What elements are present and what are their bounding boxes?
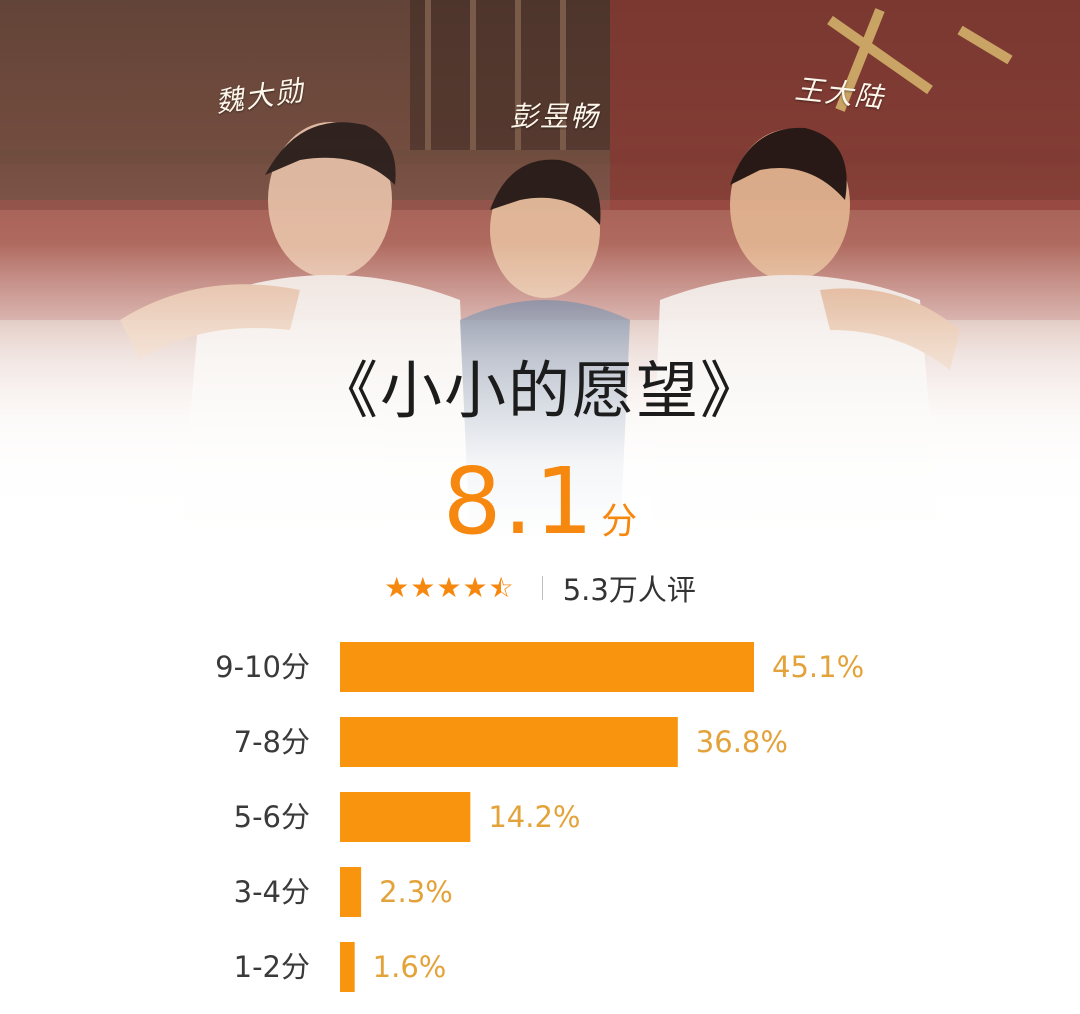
distribution-bar: [340, 867, 362, 917]
distribution-bar: [340, 942, 355, 992]
rating-count: 5.3万人评: [562, 573, 696, 607]
bar-percent-label: 36.8%: [696, 725, 788, 759]
distribution-bar: [340, 792, 471, 842]
bar-category-label: 3-4分: [234, 875, 310, 909]
bar-percent-label: 45.1%: [772, 650, 864, 684]
rating-summary: ★★★★★☆ 5.3万人评: [0, 566, 1080, 610]
star-rating: ★★★★★☆: [384, 574, 514, 602]
star-full-icon: ★: [410, 571, 436, 604]
bar-category-label: 1-2分: [234, 950, 310, 984]
score-value: 8.1: [442, 448, 596, 555]
bar-percent-label: 1.6%: [373, 950, 447, 984]
distribution-bar: [340, 642, 754, 692]
bar-percent-label: 14.2%: [488, 800, 580, 834]
star-half-icon: ★☆: [488, 571, 514, 604]
star-full-icon: ★: [384, 571, 410, 604]
bar-percent-label: 2.3%: [379, 875, 453, 909]
movie-title: 《小小的愿望》: [315, 354, 764, 427]
bar-category-label: 5-6分: [234, 800, 310, 834]
bar-category-label: 7-8分: [234, 725, 310, 759]
movie-score: 8.1 分: [0, 448, 1080, 555]
distribution-bar: [340, 717, 678, 767]
divider: [541, 576, 543, 600]
actor-name-2: 彭昱畅: [510, 100, 601, 133]
bar-category-label: 9-10分: [215, 650, 310, 684]
star-full-icon: ★: [436, 571, 462, 604]
score-distribution-chart: 9-10分 45.1% 7-8分 36.8% 5-6分 14.2% 3-4分 2.3% 1-2分…: [215, 642, 864, 992]
score-unit: 分: [601, 501, 638, 542]
star-full-icon: ★: [462, 571, 488, 604]
